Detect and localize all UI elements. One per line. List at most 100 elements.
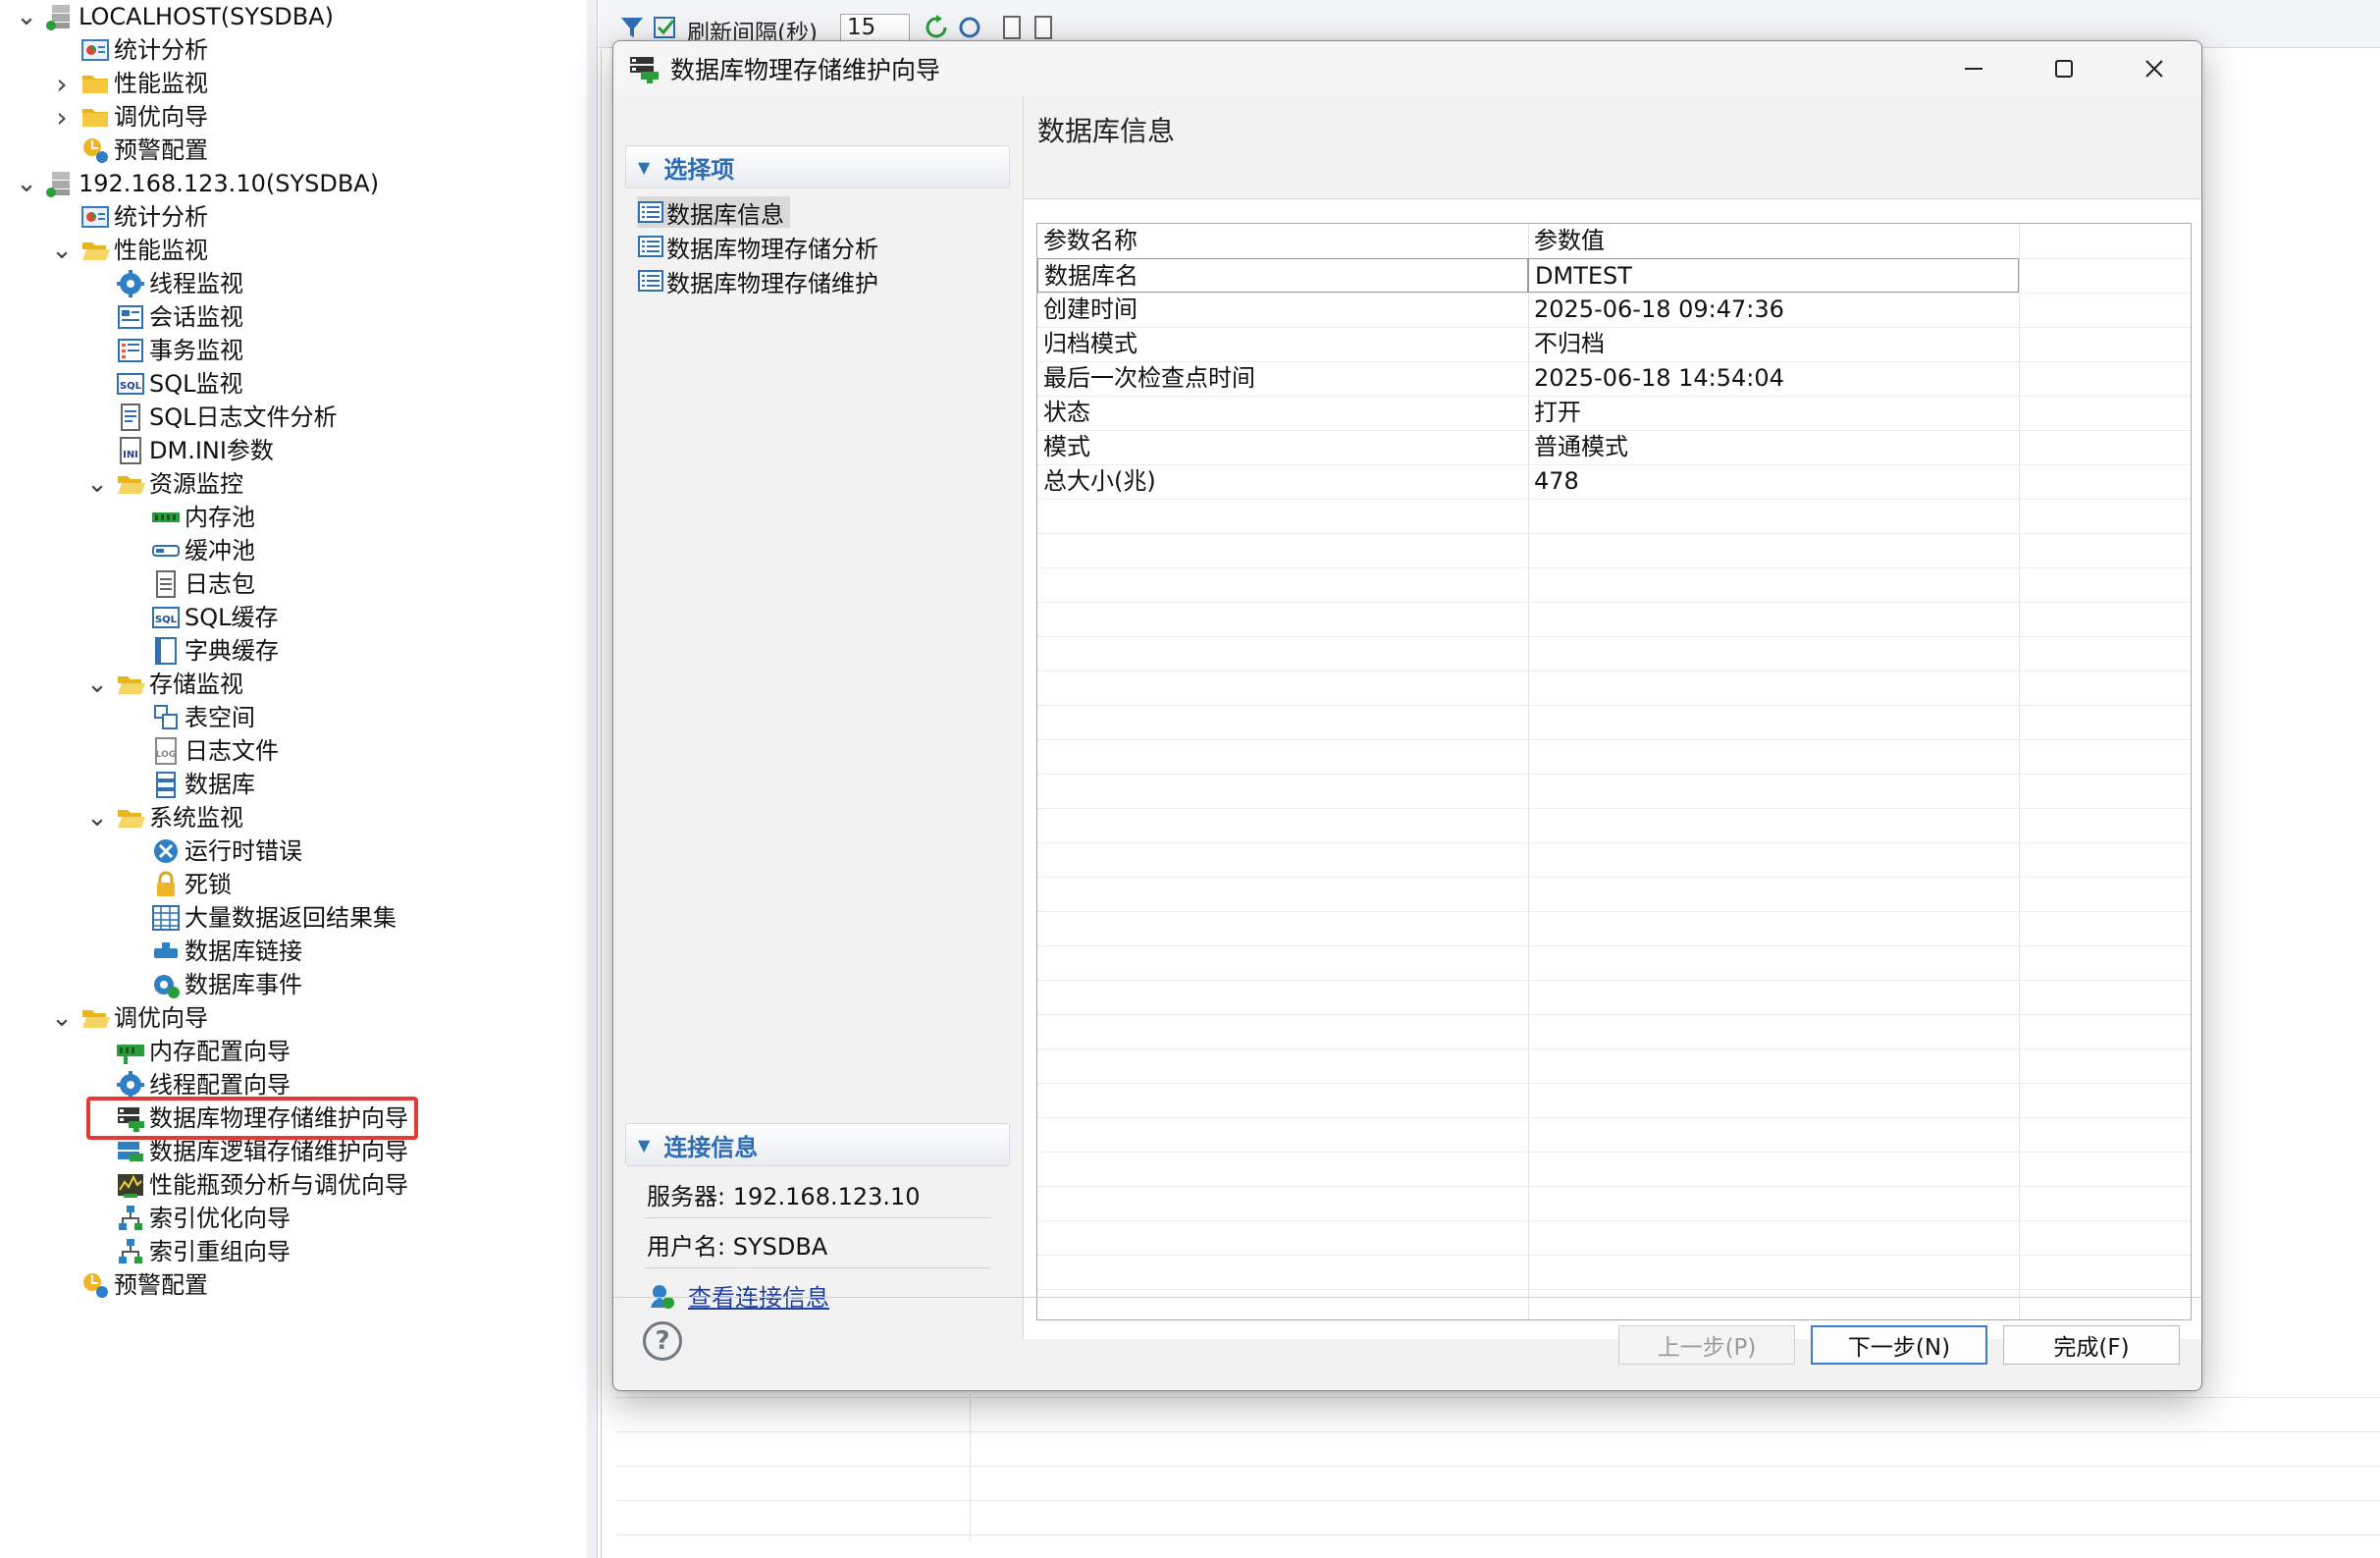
refresh-icon[interactable] — [923, 14, 950, 41]
expand-down-icon[interactable]: ⌄ — [49, 234, 75, 267]
tree-item[interactable]: INI DM.INI参数 — [116, 434, 274, 467]
table-row[interactable] — [1037, 499, 2191, 534]
table-row[interactable] — [1037, 1255, 2191, 1290]
checkbox-icon[interactable] — [652, 14, 679, 41]
table-row[interactable] — [1037, 980, 2191, 1015]
table-row[interactable] — [1037, 774, 2191, 809]
tree-item[interactable]: 调优向导 — [80, 100, 208, 134]
tree-item[interactable]: 内存配置向导 — [116, 1035, 291, 1068]
table-row[interactable] — [1037, 1186, 2191, 1221]
expand-down-icon[interactable]: ⌄ — [84, 668, 110, 701]
table-row[interactable]: 创建时间 2025-06-18 09:47:36 — [1037, 293, 2191, 328]
tree-item[interactable]: 缓冲池 — [151, 534, 255, 567]
expand-down-icon[interactable]: ⌄ — [14, 0, 39, 33]
tree-item[interactable]: 存储监视 — [116, 668, 243, 701]
table-row[interactable]: 最后一次检查点时间 2025-06-18 14:54:04 — [1037, 361, 2191, 397]
table-row[interactable] — [1037, 945, 2191, 981]
tree-item[interactable]: 大量数据返回结果集 — [151, 901, 397, 935]
previous-button[interactable]: 上一步(P) — [1618, 1325, 1795, 1365]
tree-item[interactable]: 内存池 — [151, 501, 255, 534]
export-icon[interactable] — [999, 14, 1027, 41]
tree-item[interactable]: 调优向导 — [80, 1001, 208, 1035]
table-row[interactable] — [1037, 842, 2191, 878]
tree-item[interactable]: 字典缓存 — [151, 634, 279, 668]
tree-item[interactable]: 索引优化向导 — [116, 1202, 291, 1235]
tree-item[interactable]: 线程监视 — [116, 267, 243, 300]
table-row[interactable]: 总大小(兆) 478 — [1037, 464, 2191, 500]
expand-down-icon[interactable]: ⌄ — [84, 801, 110, 834]
expand-right-icon[interactable]: › — [49, 67, 75, 100]
table-row[interactable] — [1037, 1117, 2191, 1153]
tree-item[interactable]: 数据库 — [151, 768, 255, 801]
tree-item[interactable]: SQL日志文件分析 — [116, 401, 338, 434]
connection-section-header[interactable]: ▼ 连接信息 — [625, 1123, 1010, 1166]
table-row[interactable] — [1037, 808, 2191, 843]
view-connection-link[interactable]: 查看连接信息 — [688, 1278, 829, 1313]
options-section-header[interactable]: ▼ 选择项 — [625, 145, 1010, 188]
refresh-interval-select[interactable]: 15 — [840, 14, 911, 41]
expand-down-icon[interactable]: ⌄ — [49, 1001, 75, 1035]
maximize-button[interactable] — [2019, 41, 2109, 96]
tree-item[interactable]: 死锁 — [151, 868, 232, 901]
table-row[interactable]: 模式 普通模式 — [1037, 430, 2191, 465]
table-row[interactable] — [1037, 705, 2191, 740]
table-row[interactable] — [1037, 602, 2191, 637]
tree-item[interactable]: LOG 日志文件 — [151, 734, 279, 768]
tree-item[interactable]: 运行时错误 — [151, 834, 302, 868]
table-row[interactable] — [1037, 636, 2191, 672]
expand-right-icon[interactable]: › — [49, 100, 75, 134]
tree-item[interactable]: 192.168.123.10(SYSDBA) — [45, 167, 379, 200]
next-button[interactable]: 下一步(N) — [1811, 1325, 1987, 1365]
table-row[interactable] — [1037, 911, 2191, 946]
tree-item[interactable]: SQL SQL缓存 — [151, 601, 279, 634]
tree-item[interactable]: 资源监控 — [116, 467, 243, 501]
table-row[interactable] — [1037, 1014, 2191, 1049]
dialog-titlebar[interactable]: 数据库物理存储维护向导 — [613, 41, 2201, 96]
tree-item[interactable]: 数据库事件 — [151, 968, 302, 1001]
tree-item[interactable]: 预警配置 — [80, 134, 208, 167]
tree-item[interactable]: 索引重组向导 — [116, 1235, 291, 1268]
content-header: 数据库信息 — [1024, 96, 2201, 199]
table-row[interactable] — [1037, 1220, 2191, 1256]
tree-item[interactable]: 日志包 — [151, 567, 255, 601]
finish-button[interactable]: 完成(F) — [2003, 1325, 2180, 1365]
tree-item[interactable]: 性能瓶颈分析与调优向导 — [116, 1168, 408, 1202]
expand-down-icon[interactable]: ⌄ — [14, 167, 39, 200]
tree-item[interactable]: 事务监视 — [116, 334, 243, 367]
tree-item[interactable]: 系统监视 — [116, 801, 243, 834]
table-row[interactable] — [1037, 533, 2191, 568]
table-row[interactable] — [1037, 1083, 2191, 1118]
tree-item[interactable]: 预警配置 — [80, 1268, 208, 1302]
tree-item[interactable]: 数据库逻辑存储维护向导 — [116, 1135, 408, 1168]
wizard-step-item[interactable]: 数据库物理存储维护 — [637, 265, 884, 297]
minimize-icon — [1965, 68, 1983, 70]
tree-item[interactable]: 性能监视 — [80, 67, 208, 100]
tree-item[interactable]: 统计分析 — [80, 33, 208, 67]
tree-item[interactable]: SQL SQL监视 — [116, 367, 243, 401]
close-button[interactable] — [2109, 41, 2199, 96]
filter-icon[interactable] — [618, 14, 646, 41]
table-row[interactable] — [1037, 567, 2191, 603]
minimize-button[interactable] — [1929, 41, 2019, 96]
table-row[interactable] — [1037, 739, 2191, 775]
tree-item[interactable]: 数据库链接 — [151, 935, 302, 968]
reset-icon[interactable] — [956, 14, 983, 41]
tree-item[interactable]: 表空间 — [151, 701, 255, 734]
help-button[interactable]: ? — [643, 1321, 682, 1361]
tree-item[interactable]: 统计分析 — [80, 200, 208, 234]
table-row[interactable] — [1037, 671, 2191, 706]
table-row[interactable] — [1037, 1152, 2191, 1187]
tree-scrollbar[interactable] — [587, 0, 598, 1558]
tree-item[interactable]: 会话监视 — [116, 300, 243, 334]
wizard-step-item[interactable]: 数据库信息 — [637, 196, 790, 229]
table-row[interactable]: 归档模式 不归档 — [1037, 327, 2191, 362]
table-row[interactable]: 数据库名 DMTEST — [1037, 258, 2191, 294]
copy-icon[interactable] — [1031, 14, 1058, 41]
wizard-step-item[interactable]: 数据库物理存储分析 — [637, 231, 884, 263]
table-row[interactable] — [1037, 1048, 2191, 1084]
tree-item[interactable]: 性能监视 — [80, 234, 208, 267]
table-row[interactable]: 状态 打开 — [1037, 396, 2191, 431]
tree-item[interactable]: LOCALHOST(SYSDBA) — [45, 0, 334, 33]
table-row[interactable] — [1037, 877, 2191, 912]
expand-down-icon[interactable]: ⌄ — [84, 467, 110, 501]
